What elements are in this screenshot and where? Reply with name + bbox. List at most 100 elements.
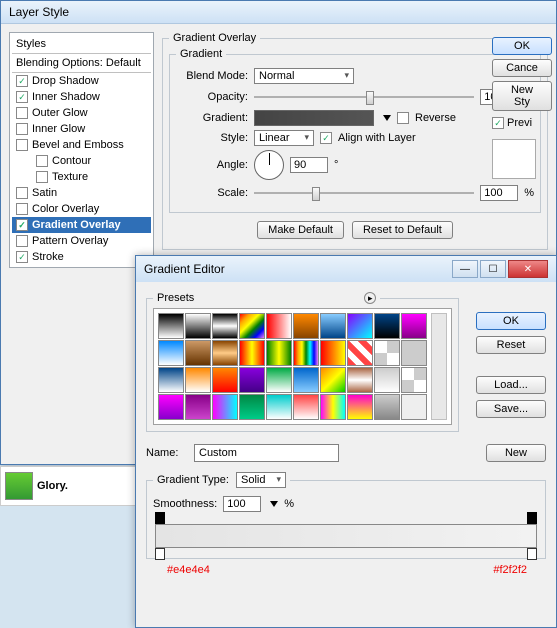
preset-swatch[interactable]: [239, 394, 265, 420]
preset-swatch[interactable]: [185, 340, 211, 366]
preset-swatch[interactable]: [158, 394, 184, 420]
preset-swatch[interactable]: [347, 313, 373, 339]
cancel-button[interactable]: Cance: [492, 59, 552, 77]
color-stop-right[interactable]: [527, 548, 537, 560]
blending-options[interactable]: Blending Options: Default: [12, 54, 151, 73]
style-item-pattern-overlay[interactable]: Pattern Overlay: [12, 233, 151, 249]
preset-swatch[interactable]: [212, 394, 238, 420]
preset-swatch[interactable]: [320, 340, 346, 366]
preset-swatch[interactable]: [266, 313, 292, 339]
gradient-preview[interactable]: [254, 110, 374, 126]
style-checkbox[interactable]: [16, 123, 28, 135]
preset-swatch[interactable]: [212, 367, 238, 393]
ge-load-button[interactable]: Load...: [476, 376, 546, 394]
preset-swatch[interactable]: [347, 367, 373, 393]
style-checkbox[interactable]: [16, 203, 28, 215]
blend-mode-select[interactable]: Normal: [254, 68, 354, 84]
preset-swatch[interactable]: [293, 340, 319, 366]
layer-style-titlebar[interactable]: Layer Style: [1, 1, 556, 24]
style-item-texture[interactable]: Texture: [12, 169, 151, 185]
gradient-editor-titlebar[interactable]: Gradient Editor — ☐ ✕: [136, 256, 556, 282]
ge-ok-button[interactable]: OK: [476, 312, 546, 330]
presets-scrollbar[interactable]: [431, 313, 447, 420]
preset-swatch[interactable]: [293, 394, 319, 420]
preset-swatch[interactable]: [320, 367, 346, 393]
preset-swatch[interactable]: [401, 313, 427, 339]
preset-swatch[interactable]: [185, 367, 211, 393]
presets-menu-icon[interactable]: ▸: [364, 292, 376, 304]
maximize-button[interactable]: ☐: [480, 260, 506, 278]
style-select[interactable]: Linear: [254, 130, 314, 146]
preset-swatch[interactable]: [212, 313, 238, 339]
opacity-stop-left[interactable]: [155, 512, 165, 524]
gradient-dropdown-icon[interactable]: [383, 115, 391, 121]
preset-swatch[interactable]: [401, 367, 427, 393]
style-item-satin[interactable]: Satin: [12, 185, 151, 201]
scale-slider[interactable]: [254, 184, 474, 202]
angle-dial[interactable]: [254, 150, 284, 180]
preset-swatch[interactable]: [320, 313, 346, 339]
name-input[interactable]: Custom: [194, 444, 339, 462]
preset-swatch[interactable]: [266, 367, 292, 393]
styles-legend[interactable]: Styles: [12, 35, 151, 54]
preset-swatch[interactable]: [347, 394, 373, 420]
preset-swatch[interactable]: [239, 313, 265, 339]
preset-swatch[interactable]: [239, 340, 265, 366]
style-checkbox[interactable]: [16, 187, 28, 199]
new-button[interactable]: New: [486, 444, 546, 462]
style-checkbox[interactable]: [16, 139, 28, 151]
make-default-button[interactable]: Make Default: [257, 221, 344, 239]
preset-swatch[interactable]: [158, 313, 184, 339]
style-item-color-overlay[interactable]: Color Overlay: [12, 201, 151, 217]
preset-swatch[interactable]: [185, 313, 211, 339]
style-checkbox[interactable]: [16, 235, 28, 247]
color-stop-left[interactable]: [155, 548, 165, 560]
opacity-stop-right[interactable]: [527, 512, 537, 524]
ge-save-button[interactable]: Save...: [476, 400, 546, 418]
new-style-button[interactable]: New Sty: [492, 81, 552, 111]
style-item-gradient-overlay[interactable]: ✓Gradient Overlay: [12, 217, 151, 233]
preset-swatch[interactable]: [374, 340, 400, 366]
preset-swatch[interactable]: [347, 340, 373, 366]
preset-swatch[interactable]: [212, 340, 238, 366]
style-item-bevel-and-emboss[interactable]: Bevel and Emboss: [12, 137, 151, 153]
preset-swatch[interactable]: [266, 394, 292, 420]
style-item-inner-shadow[interactable]: ✓Inner Shadow: [12, 89, 151, 105]
smoothness-dropdown-icon[interactable]: [270, 501, 278, 507]
style-item-stroke[interactable]: ✓Stroke: [12, 249, 151, 265]
preset-swatch[interactable]: [320, 394, 346, 420]
style-item-inner-glow[interactable]: Inner Glow: [12, 121, 151, 137]
style-item-outer-glow[interactable]: Outer Glow: [12, 105, 151, 121]
style-item-contour[interactable]: Contour: [12, 153, 151, 169]
reverse-checkbox[interactable]: [397, 112, 409, 124]
preset-swatch[interactable]: [374, 367, 400, 393]
style-checkbox[interactable]: ✓: [16, 91, 28, 103]
preset-swatch[interactable]: [293, 313, 319, 339]
preview-checkbox[interactable]: ✓: [492, 117, 504, 129]
ge-reset-button[interactable]: Reset: [476, 336, 546, 354]
style-checkbox[interactable]: ✓: [16, 251, 28, 263]
style-checkbox[interactable]: [16, 107, 28, 119]
style-item-drop-shadow[interactable]: ✓Drop Shadow: [12, 73, 151, 89]
preset-swatch[interactable]: [401, 394, 427, 420]
close-button[interactable]: ✕: [508, 260, 548, 278]
ok-button[interactable]: OK: [492, 37, 552, 55]
gradient-bar[interactable]: [155, 524, 537, 548]
smoothness-input[interactable]: 100: [223, 496, 261, 512]
preset-swatch[interactable]: [239, 367, 265, 393]
preset-swatch[interactable]: [158, 367, 184, 393]
preset-swatch[interactable]: [374, 394, 400, 420]
style-checkbox[interactable]: [36, 171, 48, 183]
preset-swatch[interactable]: [266, 340, 292, 366]
align-checkbox[interactable]: ✓: [320, 132, 332, 144]
gradient-type-select[interactable]: Solid: [236, 472, 286, 488]
preset-swatch[interactable]: [293, 367, 319, 393]
style-checkbox[interactable]: [36, 155, 48, 167]
reset-default-button[interactable]: Reset to Default: [352, 221, 453, 239]
opacity-slider[interactable]: [254, 88, 474, 106]
style-checkbox[interactable]: ✓: [16, 75, 28, 87]
preset-swatch[interactable]: [158, 340, 184, 366]
angle-input[interactable]: 90: [290, 157, 328, 173]
minimize-button[interactable]: —: [452, 260, 478, 278]
preset-swatch[interactable]: [185, 394, 211, 420]
